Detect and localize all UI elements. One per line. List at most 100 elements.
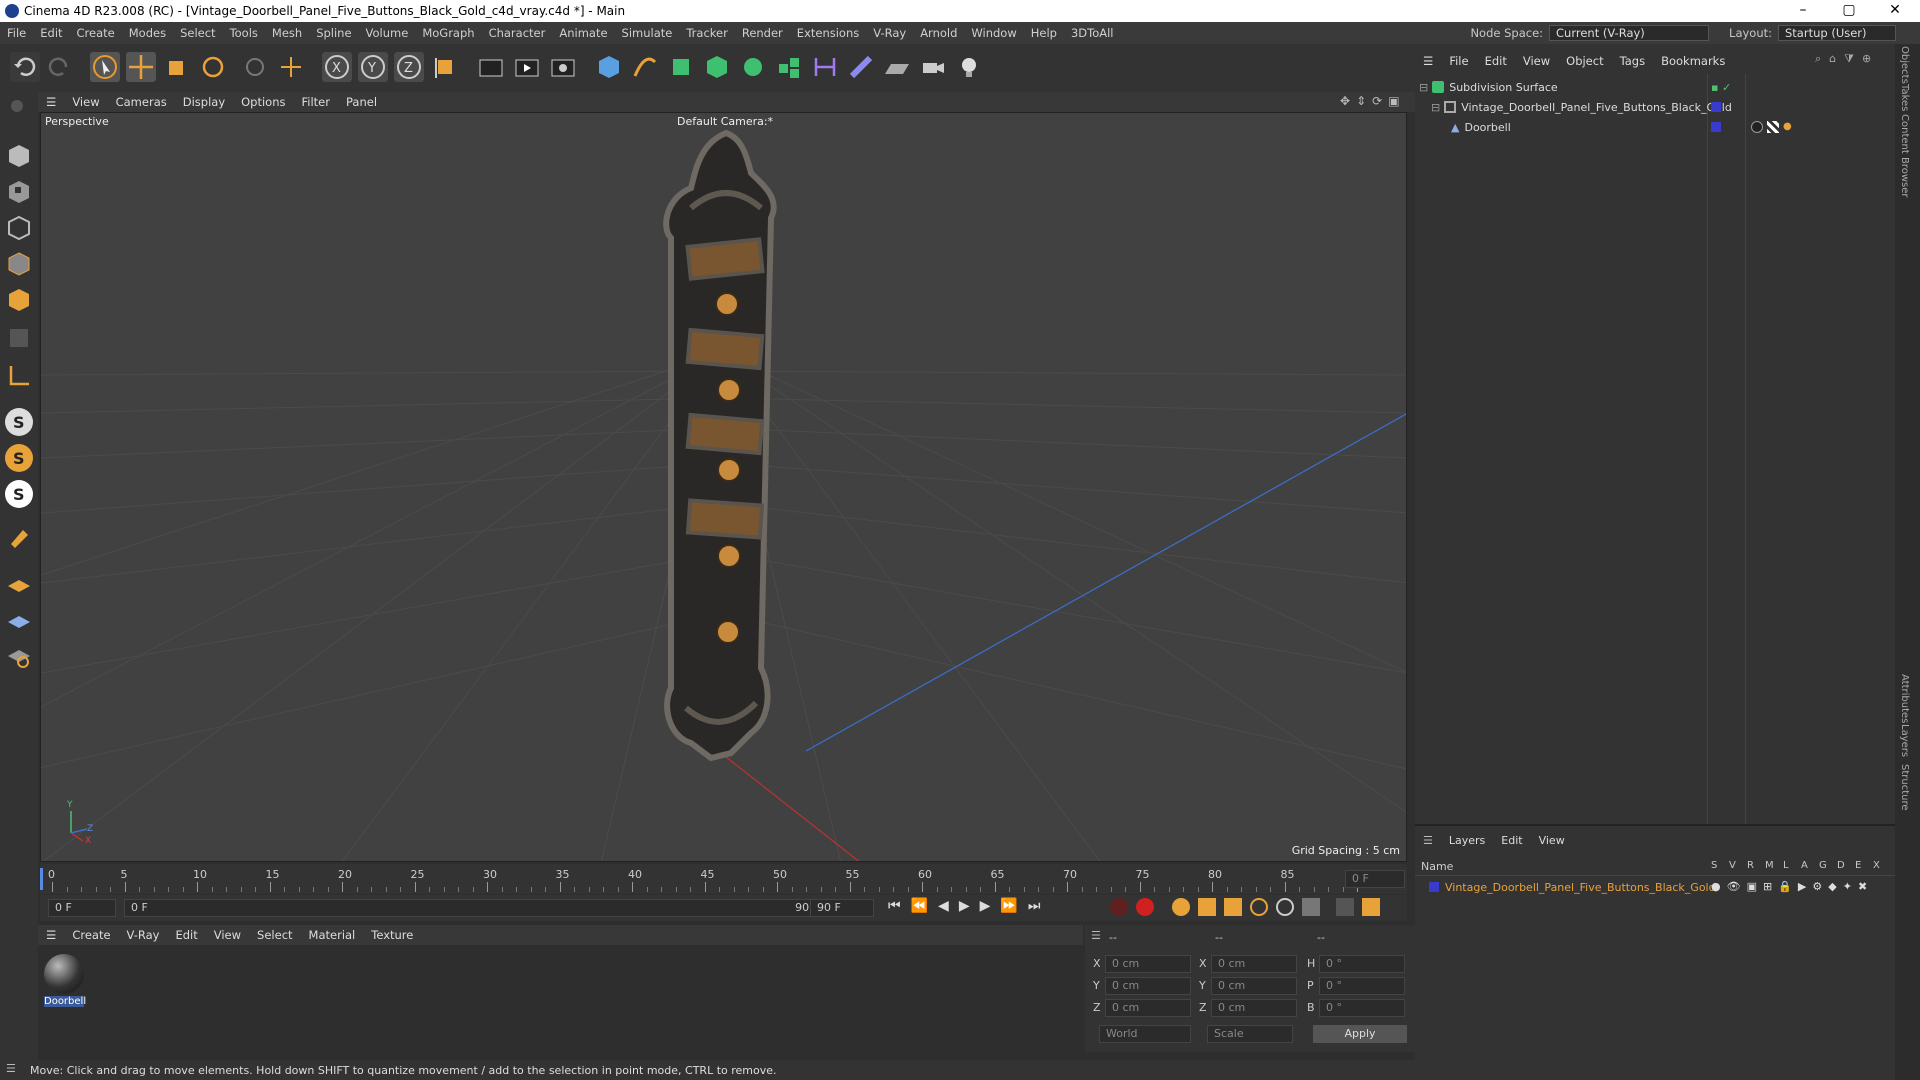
- previous-frame-icon[interactable]: ◀: [938, 898, 949, 914]
- material-menu-texture[interactable]: Texture: [363, 928, 421, 942]
- motion-record-icon[interactable]: [1336, 898, 1354, 916]
- side-tab-structure[interactable]: Structure: [1899, 764, 1910, 811]
- material-menu-view[interactable]: View: [206, 928, 249, 942]
- menu-extensions[interactable]: Extensions: [790, 26, 866, 40]
- coord-value-field[interactable]: 0 °: [1319, 955, 1405, 973]
- maximize-view-icon[interactable]: ▣: [1388, 94, 1399, 110]
- uv-mode-icon[interactable]: [5, 324, 33, 352]
- coord-value-field[interactable]: 0 cm: [1105, 999, 1191, 1017]
- select-tool-icon[interactable]: [90, 52, 120, 82]
- layer-column-v[interactable]: V: [1729, 860, 1741, 871]
- extrude-generator-icon[interactable]: [702, 52, 732, 82]
- timeline-ruler[interactable]: 051015202530354045505560657075808590 0 F: [40, 864, 1407, 894]
- render-picture-viewer-icon[interactable]: [512, 52, 542, 82]
- layer-solo-icon[interactable]: ●: [1711, 880, 1721, 893]
- subdivision-generator-icon[interactable]: [666, 52, 696, 82]
- perspective-viewport[interactable]: Perspective Default Camera:* Grid Spacin…: [40, 112, 1407, 862]
- hamburger-icon[interactable]: ☰: [1415, 54, 1441, 68]
- scale-tool-icon[interactable]: [162, 52, 192, 82]
- quantize-icon[interactable]: S: [5, 480, 33, 508]
- render-view-icon[interactable]: [476, 52, 506, 82]
- layer-render-icon[interactable]: ▣: [1747, 880, 1757, 893]
- layer-row[interactable]: Vintage_Doorbell_Panel_Five_Buttons_Blac…: [1429, 878, 1716, 896]
- doorbell-model[interactable]: [641, 128, 811, 768]
- side-tab-takes[interactable]: Takes: [1899, 84, 1910, 111]
- menu-render[interactable]: Render: [735, 26, 790, 40]
- layer-column-l[interactable]: L: [1783, 860, 1795, 871]
- object-menu-object[interactable]: Object: [1558, 54, 1611, 68]
- object-row-doorbell[interactable]: ▲ Doorbell: [1451, 118, 1511, 136]
- menu-mograph[interactable]: MoGraph: [415, 26, 481, 40]
- snap-settings-icon[interactable]: S: [5, 444, 33, 472]
- render-settings-icon[interactable]: [548, 52, 578, 82]
- menu-arnold[interactable]: Arnold: [913, 26, 964, 40]
- layer-column-e[interactable]: E: [1855, 860, 1867, 871]
- next-frame-icon[interactable]: ▶: [980, 898, 991, 914]
- object-menu-edit[interactable]: Edit: [1477, 54, 1515, 68]
- collapse-icon[interactable]: ⊟: [1419, 81, 1428, 94]
- edges-mode-icon[interactable]: [5, 250, 33, 278]
- coord-value-field[interactable]: 0 cm: [1105, 977, 1191, 995]
- coord-value-field[interactable]: 0 cm: [1211, 955, 1297, 973]
- go-to-end-icon[interactable]: ⏭: [1028, 898, 1041, 914]
- layer-menu-view[interactable]: View: [1531, 834, 1573, 847]
- material-menu-create[interactable]: Create: [64, 928, 118, 942]
- floor-object-icon[interactable]: [882, 52, 912, 82]
- menu-animate[interactable]: Animate: [552, 26, 614, 40]
- cloner-icon[interactable]: [738, 52, 768, 82]
- redo-icon[interactable]: [44, 52, 74, 82]
- layer-xref-icon[interactable]: ✖: [1858, 880, 1867, 893]
- keyframe-selection-icon[interactable]: [1172, 898, 1190, 916]
- key-rotation-icon[interactable]: [1250, 898, 1268, 916]
- start-frame-field[interactable]: 0 F: [48, 899, 116, 917]
- timeline-window-icon[interactable]: [1362, 898, 1380, 916]
- coord-value-field[interactable]: 0 cm: [1211, 999, 1297, 1017]
- cube-object-icon[interactable]: [594, 52, 624, 82]
- go-to-start-icon[interactable]: ⏮: [888, 898, 901, 914]
- layout-dropdown[interactable]: Startup (User): [1778, 25, 1896, 41]
- layer-color-swatch[interactable]: [1711, 98, 1721, 116]
- layer-manager-icon[interactable]: ⊞: [1763, 880, 1772, 893]
- pen-spline-icon[interactable]: [630, 52, 660, 82]
- menu-simulate[interactable]: Simulate: [615, 26, 680, 40]
- layer-animation-icon[interactable]: ▶: [1798, 880, 1806, 893]
- filter-icon[interactable]: ⧩: [1844, 52, 1854, 66]
- menu-help[interactable]: Help: [1024, 26, 1064, 40]
- menu-vray[interactable]: V-Ray: [866, 26, 913, 40]
- material-menu-select[interactable]: Select: [249, 928, 300, 942]
- coordinate-system-icon[interactable]: [430, 52, 460, 82]
- undo-icon[interactable]: [10, 52, 40, 82]
- viewport-menu-display[interactable]: Display: [175, 95, 233, 109]
- new-window-icon[interactable]: ⊕: [1862, 52, 1871, 66]
- move-tool-icon[interactable]: [126, 52, 156, 82]
- menu-modes[interactable]: Modes: [122, 26, 173, 40]
- object-menu-bookmarks[interactable]: Bookmarks: [1653, 54, 1733, 68]
- layer-expressions-icon[interactable]: ✦: [1843, 880, 1852, 893]
- play-icon[interactable]: ▶: [959, 898, 970, 914]
- coordinate-mode-dropdown[interactable]: World: [1099, 1025, 1191, 1043]
- key-scale-icon[interactable]: [1224, 898, 1242, 916]
- camera-object-icon[interactable]: [918, 52, 948, 82]
- side-tab-layers[interactable]: Layers: [1899, 724, 1910, 757]
- end-frame-field[interactable]: 90 F: [810, 899, 874, 917]
- hamburger-icon[interactable]: ☰: [1091, 929, 1101, 942]
- menu-select[interactable]: Select: [173, 26, 222, 40]
- grid-plane-icon[interactable]: [5, 606, 33, 634]
- zoom-view-icon[interactable]: ⇕: [1356, 94, 1366, 110]
- texture-mode-icon[interactable]: [5, 178, 33, 206]
- search-icon[interactable]: ⌕: [1815, 52, 1821, 66]
- viewport-menu-options[interactable]: Options: [233, 95, 293, 109]
- object-menu-file[interactable]: File: [1441, 54, 1476, 68]
- polygons-mode-icon[interactable]: [5, 286, 33, 314]
- home-icon[interactable]: ⌂: [1829, 52, 1836, 66]
- side-tab-attributes[interactable]: Attributes: [1899, 674, 1910, 723]
- object-row-vintage-doorbell-panel[interactable]: ⊟ Vintage_Doorbell_Panel_Five_Buttons_Bl…: [1431, 98, 1732, 116]
- layer-color-swatch[interactable]: [1711, 118, 1721, 136]
- pan-view-icon[interactable]: ✥: [1340, 94, 1350, 110]
- viewport-menu-filter[interactable]: Filter: [294, 95, 338, 109]
- light-object-icon[interactable]: [954, 52, 984, 82]
- material-menu-material[interactable]: Material: [301, 928, 364, 942]
- layer-menu-edit[interactable]: Edit: [1493, 834, 1530, 847]
- workplane-icon[interactable]: [5, 570, 33, 598]
- layer-column-a[interactable]: A: [1801, 860, 1813, 871]
